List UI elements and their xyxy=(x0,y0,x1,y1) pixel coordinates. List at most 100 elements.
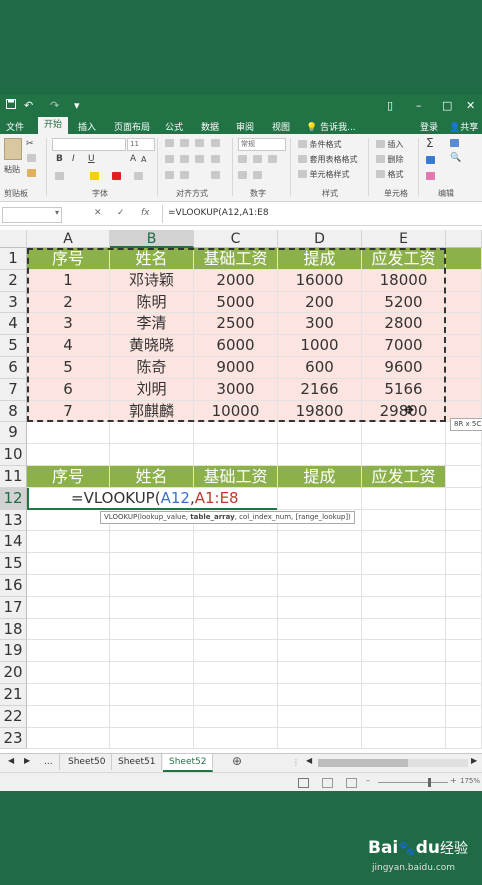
align-top-icon[interactable] xyxy=(165,139,174,147)
cell[interactable] xyxy=(446,531,482,554)
delete-cells-button[interactable]: 删除 xyxy=(376,154,404,165)
cell[interactable] xyxy=(194,422,278,445)
column-header-d[interactable]: D xyxy=(278,230,362,248)
next-sheet-icon[interactable]: ▶ xyxy=(24,756,30,765)
row-header-4[interactable]: 4 xyxy=(0,313,27,336)
paste-icon[interactable] xyxy=(4,138,22,160)
cell[interactable] xyxy=(446,487,482,510)
lookup-header-cell[interactable]: 提成 xyxy=(278,466,362,488)
cell[interactable] xyxy=(446,662,482,684)
cell[interactable] xyxy=(446,618,482,641)
column-header-a[interactable]: A xyxy=(27,230,110,248)
table-cell[interactable]: 2000 xyxy=(194,269,278,292)
column-header-b[interactable]: B xyxy=(110,230,194,248)
table-cell[interactable]: 2800 xyxy=(362,313,446,336)
cell[interactable] xyxy=(194,575,278,597)
table-cell[interactable]: 2166 xyxy=(278,378,362,401)
cell[interactable] xyxy=(362,422,446,445)
decrease-decimal-icon[interactable] xyxy=(253,171,262,179)
customize-toolbar-icon[interactable]: ▾ xyxy=(74,99,80,112)
row-header-8[interactable]: 8 xyxy=(0,400,27,423)
row-header-15[interactable]: 15 xyxy=(0,553,27,575)
table-cell[interactable]: 3 xyxy=(27,313,110,336)
copy-icon[interactable] xyxy=(27,154,36,162)
cell[interactable] xyxy=(362,575,446,597)
wrap-text-icon[interactable] xyxy=(211,155,220,163)
cell[interactable] xyxy=(362,727,446,750)
cell[interactable] xyxy=(278,662,362,684)
cell[interactable] xyxy=(278,422,362,445)
cell[interactable] xyxy=(446,640,482,663)
sheet-tab-more[interactable]: ... xyxy=(38,754,60,770)
table-cell[interactable]: 300 xyxy=(278,313,362,336)
table-header-cell[interactable]: 提成 xyxy=(278,248,362,270)
zoom-out-icon[interactable]: – xyxy=(366,776,370,785)
cell[interactable] xyxy=(278,596,362,619)
cell[interactable] xyxy=(446,291,482,314)
row-header-19[interactable]: 19 xyxy=(0,640,27,663)
table-cell[interactable]: 6 xyxy=(27,378,110,401)
cell[interactable] xyxy=(194,531,278,554)
currency-icon[interactable] xyxy=(238,155,247,163)
cell[interactable] xyxy=(278,531,362,554)
zoom-slider-thumb[interactable] xyxy=(428,778,431,787)
cell[interactable] xyxy=(278,444,362,466)
redo-icon[interactable]: ↷ xyxy=(50,99,59,112)
insert-cells-button[interactable]: 插入 xyxy=(376,139,404,150)
column-header-e[interactable]: E xyxy=(362,230,446,248)
tab-home[interactable]: 开始 xyxy=(38,117,69,134)
underline-button[interactable]: U xyxy=(88,154,95,164)
cell[interactable] xyxy=(110,444,194,466)
cell[interactable] xyxy=(362,596,446,619)
cell[interactable] xyxy=(194,662,278,684)
row-header-14[interactable]: 14 xyxy=(0,531,27,554)
cell[interactable] xyxy=(27,618,110,641)
name-box[interactable] xyxy=(2,207,62,223)
row-header-17[interactable]: 17 xyxy=(0,596,27,619)
cell[interactable] xyxy=(446,553,482,575)
sheet-tab-sheet52[interactable]: Sheet52 xyxy=(163,754,214,772)
row-header-5[interactable]: 5 xyxy=(0,335,27,357)
cell[interactable] xyxy=(446,357,482,379)
maximize-icon[interactable]: □ xyxy=(442,99,452,112)
confirm-icon[interactable]: ✓ xyxy=(117,208,125,218)
cell[interactable] xyxy=(27,575,110,597)
font-color-icon[interactable] xyxy=(112,172,121,180)
cell[interactable] xyxy=(362,509,446,532)
cell[interactable] xyxy=(446,596,482,619)
table-cell[interactable]: 陈奇 xyxy=(110,357,194,379)
cell[interactable] xyxy=(110,553,194,575)
tab-view[interactable]: 视图 xyxy=(272,120,290,133)
table-cell[interactable]: 陈明 xyxy=(110,291,194,314)
cell[interactable] xyxy=(27,727,110,750)
scroll-right-icon[interactable]: ▶ xyxy=(471,756,477,765)
table-cell[interactable]: 18000 xyxy=(362,269,446,292)
lookup-header-cell[interactable]: 应发工资 xyxy=(362,466,446,488)
scroll-left-icon[interactable]: ◀ xyxy=(306,756,312,765)
scrollbar-thumb[interactable] xyxy=(318,759,408,767)
cell[interactable] xyxy=(446,684,482,706)
cell-styles-button[interactable]: 单元格样式 xyxy=(298,169,350,180)
cell[interactable] xyxy=(110,596,194,619)
row-header-22[interactable]: 22 xyxy=(0,705,27,728)
share-button[interactable]: 👤共享 xyxy=(449,120,478,133)
minimize-icon[interactable]: – xyxy=(416,99,422,112)
cell[interactable] xyxy=(110,640,194,663)
table-cell[interactable]: 7 xyxy=(27,400,110,423)
undo-icon[interactable]: ↶ xyxy=(24,99,33,112)
insert-function-icon[interactable]: fx xyxy=(141,208,150,218)
lookup-header-cell[interactable]: 姓名 xyxy=(110,466,194,488)
tab-page-layout[interactable]: 页面布局 xyxy=(114,120,150,133)
cell[interactable] xyxy=(446,466,482,488)
row-header-2[interactable]: 2 xyxy=(0,269,27,292)
table-cell[interactable]: 9000 xyxy=(194,357,278,379)
cancel-icon[interactable]: ✕ xyxy=(94,208,102,218)
cell[interactable] xyxy=(27,444,110,466)
cell[interactable] xyxy=(110,705,194,728)
cell[interactable] xyxy=(446,705,482,728)
tab-review[interactable]: 审阅 xyxy=(236,120,254,133)
close-icon[interactable]: ✕ xyxy=(466,99,475,112)
cell[interactable] xyxy=(27,705,110,728)
cell[interactable] xyxy=(446,269,482,292)
table-header-cell[interactable]: 姓名 xyxy=(110,248,194,270)
